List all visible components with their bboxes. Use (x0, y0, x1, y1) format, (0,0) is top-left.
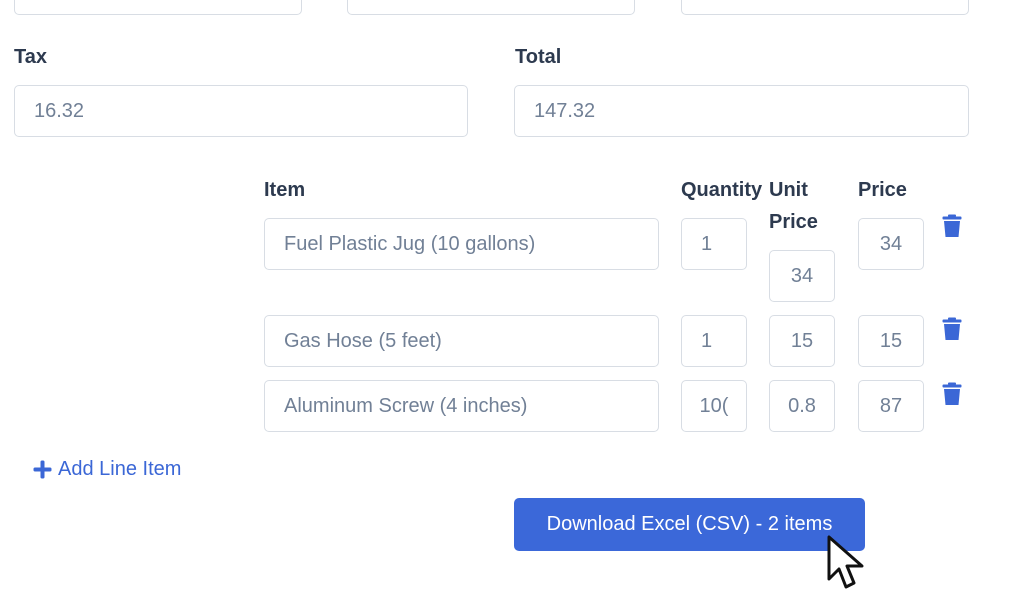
item-input[interactable]: Gas Hose (5 feet) (264, 315, 659, 367)
download-csv-button[interactable]: Download Excel (CSV) - 2 items (514, 498, 865, 551)
item-header: Item (264, 179, 306, 201)
unit-price-input[interactable]: 0.8 (769, 380, 835, 432)
total-input[interactable]: 147.32 (514, 85, 969, 137)
price-input[interactable]: 87 (858, 380, 924, 432)
add-line-item-label: Add Line Item (58, 458, 182, 480)
unit-price-input[interactable]: 34 (769, 250, 835, 302)
trash-icon[interactable] (942, 214, 962, 238)
item-input[interactable]: Aluminum Screw (4 inches) (264, 380, 659, 432)
quantity-input[interactable]: 1 (681, 218, 747, 270)
trash-icon[interactable] (942, 317, 962, 341)
unit-price-header-line2: Price (769, 211, 818, 233)
quantity-input[interactable]: 10( (681, 380, 747, 432)
tax-label: Tax (14, 46, 47, 68)
price-input[interactable]: 34 (858, 218, 924, 270)
download-csv-label: Download Excel (CSV) - 2 items (546, 513, 833, 535)
quantity-header: Quantity (681, 179, 763, 201)
trash-icon[interactable] (942, 382, 962, 406)
price-input[interactable]: 15 (858, 315, 924, 367)
quantity-input[interactable]: 1 (681, 315, 747, 367)
unit-price-header-line1: Unit (769, 179, 808, 201)
add-line-item-button[interactable]: Add Line Item (33, 458, 181, 481)
total-label: Total (515, 46, 562, 68)
unit-price-input[interactable]: 15 (769, 315, 835, 367)
top-field-1[interactable] (14, 0, 302, 15)
plus-icon (33, 460, 52, 479)
top-field-3[interactable] (681, 0, 969, 15)
top-field-2[interactable] (347, 0, 635, 15)
price-header: Price (858, 179, 907, 201)
item-input[interactable]: Fuel Plastic Jug (10 gallons) (264, 218, 659, 270)
tax-input[interactable]: 16.32 (14, 85, 468, 137)
